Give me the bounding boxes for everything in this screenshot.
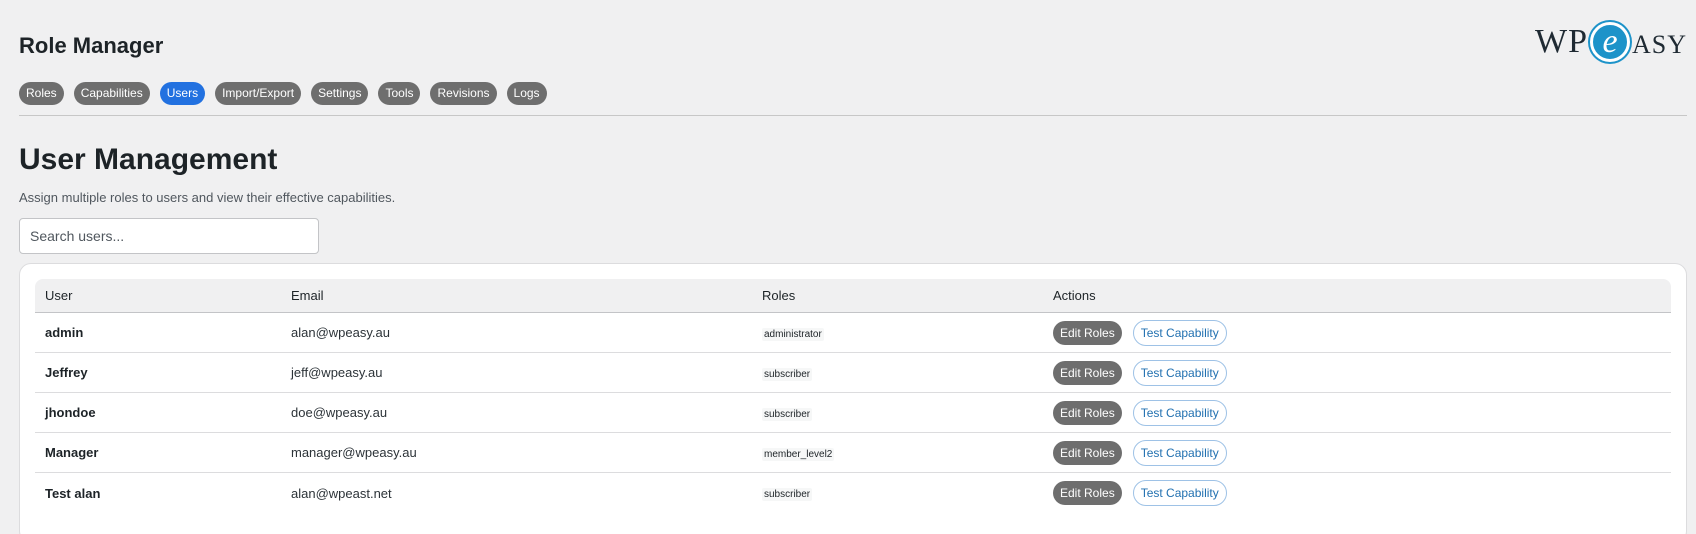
section-title: User Management: [19, 143, 278, 176]
tab-import-export[interactable]: Import/Export: [215, 82, 302, 105]
edit-roles-button[interactable]: Edit Roles: [1053, 320, 1122, 345]
column-header-user: User: [45, 288, 73, 303]
table-row: Manager manager@wpeasy.au member_level2 …: [35, 433, 1671, 473]
logo-text-asy: ASY: [1631, 30, 1687, 59]
edit-roles-button[interactable]: Edit Roles: [1053, 440, 1122, 465]
table-row: jhondoe doe@wpeasy.au subscriber Edit Ro…: [35, 393, 1671, 433]
table-header: User Email Roles Actions: [35, 279, 1671, 313]
role-badge: administrator: [762, 327, 824, 341]
user-name: admin: [45, 325, 84, 340]
user-name: jhondoe: [45, 405, 96, 420]
tab-users[interactable]: Users: [159, 82, 206, 105]
header-divider: [19, 115, 1687, 116]
tab-bar: Roles Capabilities Users Import/Export S…: [19, 82, 547, 105]
test-capability-button[interactable]: Test Capability: [1132, 480, 1227, 506]
user-email: manager@wpeasy.au: [291, 445, 417, 460]
tab-revisions[interactable]: Revisions: [430, 82, 497, 105]
users-table: User Email Roles Actions admin alan@wpea…: [35, 279, 1671, 513]
user-email: alan@wpeast.net: [291, 485, 392, 501]
tab-logs[interactable]: Logs: [506, 82, 547, 105]
table-row: Test alan alan@wpeast.net subscriber Edi…: [35, 473, 1671, 513]
table-row: Jeffrey jeff@wpeasy.au subscriber Edit R…: [35, 353, 1671, 393]
user-name: Jeffrey: [45, 365, 88, 380]
search-users-input[interactable]: [19, 218, 319, 254]
user-email: alan@wpeasy.au: [291, 325, 390, 340]
tab-roles[interactable]: Roles: [19, 82, 64, 105]
edit-roles-button[interactable]: Edit Roles: [1053, 481, 1122, 505]
role-badge: subscriber: [762, 407, 813, 421]
test-capability-button[interactable]: Test Capability: [1132, 359, 1227, 386]
app-title: Role Manager: [19, 33, 164, 58]
role-badge: subscriber: [762, 367, 813, 381]
users-card: User Email Roles Actions admin alan@wpea…: [19, 263, 1687, 534]
test-capability-button[interactable]: Test Capability: [1132, 439, 1227, 466]
test-capability-button[interactable]: Test Capability: [1132, 319, 1227, 346]
user-email: doe@wpeasy.au: [291, 405, 388, 420]
wpeasy-logo: WP e ASY: [1535, 22, 1687, 62]
logo-text-wp: WP: [1534, 23, 1588, 60]
section-description: Assign multiple roles to users and view …: [19, 190, 396, 205]
role-badge: subscriber: [762, 488, 813, 501]
user-name: Manager: [45, 445, 99, 460]
tab-tools[interactable]: Tools: [378, 82, 421, 105]
edit-roles-button[interactable]: Edit Roles: [1053, 360, 1122, 385]
column-header-actions: Actions: [1053, 288, 1096, 303]
table-row: admin alan@wpeasy.au administrator Edit …: [35, 313, 1671, 353]
column-header-roles: Roles: [762, 288, 796, 303]
logo-e-icon: e: [1589, 22, 1630, 62]
test-capability-button[interactable]: Test Capability: [1132, 399, 1227, 426]
tab-settings[interactable]: Settings: [311, 82, 369, 105]
tab-capabilities[interactable]: Capabilities: [73, 82, 150, 105]
edit-roles-button[interactable]: Edit Roles: [1053, 400, 1122, 425]
user-name: Test alan: [45, 485, 101, 501]
user-email: jeff@wpeasy.au: [291, 365, 383, 380]
column-header-email: Email: [291, 288, 324, 303]
role-badge: member_level2: [762, 447, 835, 461]
